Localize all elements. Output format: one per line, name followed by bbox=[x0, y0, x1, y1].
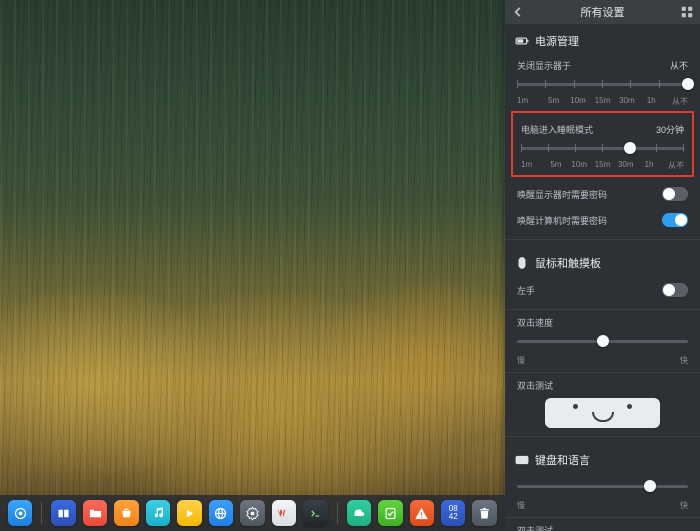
pw-computer-row: 唤醒计算机时需要密码 bbox=[505, 207, 700, 233]
dbl-speed-slider[interactable] bbox=[517, 331, 688, 353]
sleep-value: 30分钟 bbox=[656, 123, 684, 136]
left-hand-toggle[interactable] bbox=[662, 283, 688, 297]
dock-settings[interactable] bbox=[240, 500, 264, 526]
kb-repeat-slider[interactable] bbox=[517, 476, 688, 498]
dock-separator bbox=[337, 502, 338, 524]
pw-display-row: 唤醒显示器时需要密码 bbox=[505, 181, 700, 207]
dock-wps[interactable] bbox=[272, 500, 296, 526]
mouse-icon bbox=[515, 256, 529, 270]
dbl-speed-row: 双击速度 慢 快 bbox=[505, 316, 700, 366]
section-keyboard-title: 键盘和语言 bbox=[535, 452, 590, 468]
sleep-highlight: 电脑进入睡眠模式 30分钟 1m5m10m15m30m1h从不 bbox=[511, 111, 694, 177]
dock-terminal[interactable] bbox=[303, 500, 327, 526]
section-keyboard: 键盘和语言 bbox=[505, 443, 700, 474]
settings-panel: 所有设置 电源管理 关闭显示器于 从不 1m5m10m15m30m1h从不 bbox=[505, 0, 700, 531]
divider bbox=[505, 436, 700, 437]
dock-files[interactable] bbox=[83, 500, 107, 526]
dock-launcher[interactable] bbox=[8, 500, 32, 526]
display-off-row: 关闭显示器于 从不 1m5m10m15m30m1h从不 bbox=[505, 59, 700, 107]
dock-music[interactable] bbox=[146, 500, 170, 526]
sleep-row: 电脑进入睡眠模式 30分钟 1m5m10m15m30m1h从不 bbox=[519, 123, 686, 171]
tray-weather[interactable] bbox=[347, 500, 371, 526]
dbl-slow: 慢 bbox=[517, 355, 525, 366]
divider bbox=[505, 517, 700, 518]
tray-warning[interactable] bbox=[410, 500, 434, 526]
dock-video[interactable] bbox=[177, 500, 201, 526]
display-off-ticks: 1m5m10m15m30m1h从不 bbox=[517, 96, 688, 107]
kb-repeat-row: 慢 快 bbox=[505, 476, 700, 511]
pw-display-label: 唤醒显示器时需要密码 bbox=[517, 188, 607, 201]
grid-icon[interactable] bbox=[680, 5, 694, 19]
sleep-ticks: 1m5m10m15m30m1h从不 bbox=[521, 160, 684, 171]
pw-computer-label: 唤醒计算机时需要密码 bbox=[517, 214, 607, 227]
tray-trash[interactable] bbox=[472, 500, 496, 526]
section-power: 电源管理 bbox=[505, 24, 700, 55]
section-mouse-title: 鼠标和触摸板 bbox=[535, 255, 601, 271]
dock-separator bbox=[41, 502, 42, 524]
display-off-label: 关闭显示器于 bbox=[517, 59, 571, 72]
pw-display-toggle[interactable] bbox=[662, 187, 688, 201]
dbl-test-row: 双击测试 bbox=[505, 379, 700, 392]
kb-fast: 快 bbox=[680, 500, 688, 511]
section-power-title: 电源管理 bbox=[535, 33, 579, 49]
dbl-test-label: 双击测试 bbox=[517, 379, 553, 392]
kb-test-label: 双击测试 bbox=[517, 524, 553, 531]
dock-browser[interactable] bbox=[209, 500, 233, 526]
dbl-speed-label: 双击速度 bbox=[517, 316, 553, 329]
display-off-slider[interactable] bbox=[517, 74, 688, 96]
panel-title: 所有设置 bbox=[581, 4, 625, 20]
divider bbox=[505, 372, 700, 373]
tray-todo[interactable] bbox=[378, 500, 402, 526]
panel-header: 所有设置 bbox=[505, 0, 700, 24]
battery-icon bbox=[515, 34, 529, 48]
divider bbox=[505, 239, 700, 240]
panel-body: 电源管理 关闭显示器于 从不 1m5m10m15m30m1h从不 电脑进入睡眠模… bbox=[505, 24, 700, 531]
left-hand-label: 左手 bbox=[517, 284, 535, 297]
keyboard-icon bbox=[515, 453, 529, 467]
sleep-label: 电脑进入睡眠模式 bbox=[521, 123, 593, 136]
divider bbox=[505, 309, 700, 310]
dock-multitask[interactable] bbox=[51, 500, 75, 526]
section-mouse: 鼠标和触摸板 bbox=[505, 246, 700, 277]
dbl-fast: 快 bbox=[680, 355, 688, 366]
dbl-test-face[interactable] bbox=[545, 398, 660, 428]
kb-slow: 慢 bbox=[517, 500, 525, 511]
desktop-wallpaper bbox=[0, 0, 505, 531]
dock-store[interactable] bbox=[114, 500, 138, 526]
pw-computer-toggle[interactable] bbox=[662, 213, 688, 227]
tray-time[interactable]: 0842 bbox=[441, 500, 465, 526]
left-hand-row: 左手 bbox=[505, 277, 700, 303]
back-icon[interactable] bbox=[511, 5, 525, 19]
sleep-slider[interactable] bbox=[521, 138, 684, 160]
display-off-value: 从不 bbox=[670, 59, 688, 72]
dock: 0842 bbox=[0, 495, 505, 531]
kb-test-row: 双击测试 bbox=[505, 524, 700, 531]
